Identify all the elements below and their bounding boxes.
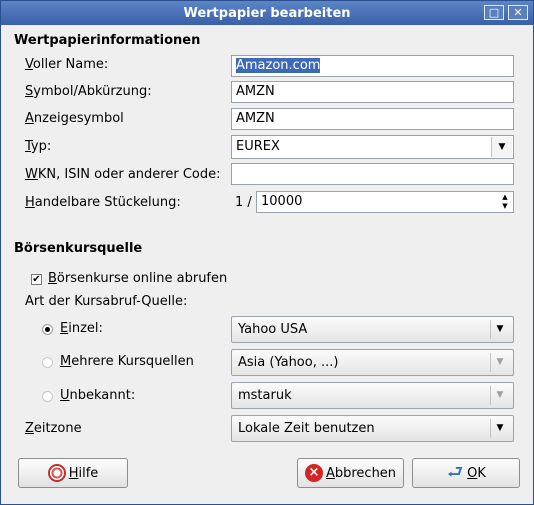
online-quotes-label[interactable]: Börsenkurse online abrufen [48,271,227,286]
display-symbol-field[interactable]: AMZN [231,108,514,130]
timezone-combo[interactable]: Lokale Zeit benutzen ▼ [231,415,514,442]
window-title: Wertpapier bearbeiten [183,5,351,21]
cancel-label: Abbrechen [325,465,397,481]
close-icon[interactable]: ✕ [508,5,528,20]
single-source-label[interactable]: Einzel: [60,321,103,336]
chevron-down-icon[interactable]: ▼ [490,353,509,372]
multiple-sources-label[interactable]: Mehrere Kursquellen [60,354,194,369]
help-icon [47,464,66,482]
chevron-down-icon[interactable]: ▼ [490,386,509,405]
single-source-combo[interactable]: Yahoo USA ▼ [231,316,514,343]
code-label: WKN, ISIN oder anderer Code: [25,167,221,182]
spinner-arrows-icon[interactable]: ▲ ▼ [499,193,511,211]
unknown-source-radio[interactable] [42,391,53,402]
help-button[interactable]: Hilfe [18,458,128,488]
code-field[interactable] [231,163,514,185]
cancel-icon: × [304,464,323,482]
chevron-down-icon[interactable]: ▼ [490,320,509,339]
quote-source-heading: Börsenkursquelle [14,241,143,256]
ok-button[interactable]: ⮐ OK [412,458,520,488]
chevron-down-icon[interactable]: ▼ [490,419,509,438]
full-name-field[interactable]: Amazon.com [231,55,514,77]
edit-security-dialog: Wertpapier bearbeiten □ ✕ Wertpapierinfo… [0,0,534,505]
lot-size-prefix: 1 / [235,195,252,210]
type-label: Typ: [25,139,52,154]
symbol-label: Symbol/Abkürzung: [25,84,152,99]
multiple-sources-combo[interactable]: Asia (Yahoo, ...) ▼ [231,349,514,376]
help-label: Hilfe [68,465,99,481]
single-source-radio[interactable] [42,324,53,335]
security-info-heading: Wertpapierinformationen [14,33,201,48]
online-quotes-checkbox[interactable]: ✔ [31,274,42,285]
display-symbol-label: Anzeigesymbol [25,111,124,126]
multiple-sources-radio[interactable] [42,357,53,368]
timezone-label: Zeitzone [25,421,82,436]
cancel-button[interactable]: × Abbrechen [297,458,404,488]
symbol-field[interactable]: AMZN [231,81,514,103]
lot-size-spinner[interactable]: 10000 ▲ ▼ [256,191,514,213]
unknown-source-label[interactable]: Unbekannt: [60,388,135,403]
enter-arrow-icon: ⮐ [447,462,464,483]
ok-label: OK [467,465,486,481]
unknown-source-combo[interactable]: mstaruk ▼ [231,382,514,409]
chevron-down-icon[interactable]: ▼ [491,137,512,157]
minimize-icon[interactable]: □ [484,5,504,20]
lot-size-label: Handelbare Stückelung: [25,195,181,210]
source-type-label: Art der Kursabruf-Quelle: [25,294,188,309]
title-bar[interactable]: Wertpapier bearbeiten [1,1,533,25]
type-combo[interactable]: EUREX ▼ [231,135,514,159]
full-name-label: Voller Name: [25,57,109,72]
